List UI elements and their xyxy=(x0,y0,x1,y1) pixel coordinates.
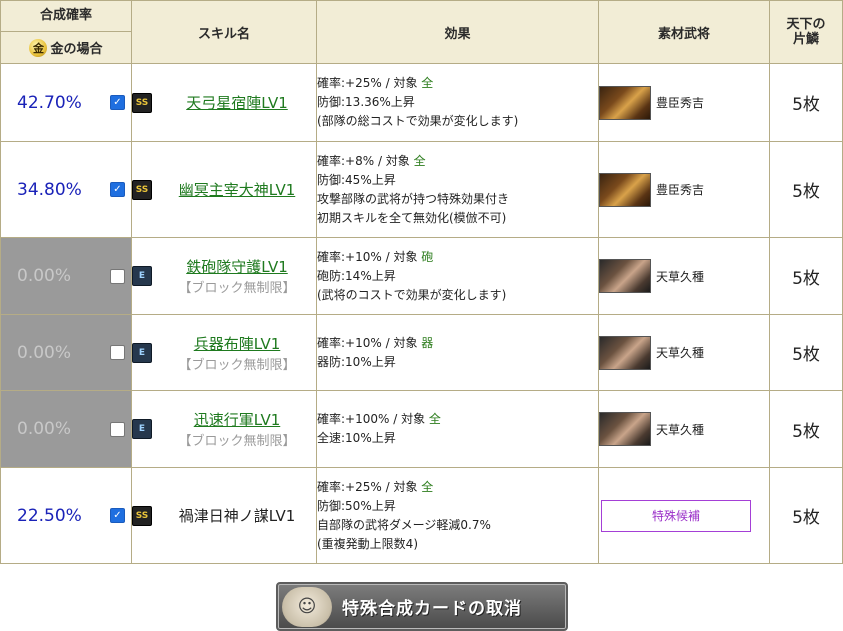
header-effect: 効果 xyxy=(316,0,599,64)
rate-value: 0.00% xyxy=(17,266,72,286)
effect-cell: 確率:+10% / 対象 器 器防:10%上昇 xyxy=(316,314,599,391)
header-skill-name: スキル名 xyxy=(131,0,317,64)
material-cell: 豊臣秀吉 xyxy=(598,63,770,142)
select-checkbox[interactable] xyxy=(110,345,125,360)
rate-cell: 42.70% ✓ xyxy=(0,63,132,142)
general-name: 天草久種 xyxy=(656,269,705,284)
material-cell: 天草久種 xyxy=(598,314,770,391)
skill-name: 禍津日神ノ謀LV1 xyxy=(178,507,296,525)
rate-cell: 0.00% xyxy=(0,314,132,391)
target-value: 器 xyxy=(421,335,434,350)
tenka-count: 5枚 xyxy=(769,63,843,142)
block-unlimited-note: 【ブロック無制限】 xyxy=(178,357,296,373)
table-row: 34.80% ✓ SS 幽冥主宰大神LV1 確率:+8% / 対象 全 防御:4… xyxy=(0,141,843,238)
tenka-count: 5枚 xyxy=(769,390,843,468)
effect-cell: 確率:+25% / 対象 全 防御:50%上昇 自部隊の武将ダメージ軽減0.7%… xyxy=(316,467,599,564)
rate-value: 22.50% xyxy=(17,505,82,526)
tenka-count: 5枚 xyxy=(769,141,843,238)
effect-cell: 確率:+10% / 対象 砲 砲防:14%上昇 (武将のコストで効果が変化します… xyxy=(316,237,599,315)
target-value: 全 xyxy=(421,76,434,90)
cancel-button-label: 特殊合成カードの取消 xyxy=(342,599,522,619)
girl-portrait-icon: ☺ xyxy=(282,586,332,627)
table-row: 22.50% ✓ SS 禍津日神ノ謀LV1 確率:+25% / 対象 全 防御:… xyxy=(0,467,843,564)
rate-value: 34.80% xyxy=(17,179,82,200)
rate-cell: 22.50% ✓ xyxy=(0,467,132,564)
material-cell: 豊臣秀吉 xyxy=(598,141,770,238)
skill-link[interactable]: 幽冥主宰大神LV1 xyxy=(179,181,296,199)
general-name: 天草久種 xyxy=(656,346,705,360)
header-gold-case-label: 金の場合 xyxy=(50,42,103,57)
select-checkbox[interactable]: ✓ xyxy=(110,182,125,197)
target-value: 全 xyxy=(421,479,434,494)
skill-cell: SS 禍津日神ノ謀LV1 xyxy=(131,467,317,564)
general-name: 天草久種 xyxy=(656,422,705,437)
select-checkbox[interactable]: ✓ xyxy=(110,508,125,523)
material-cell: 特殊候補 xyxy=(598,467,770,564)
block-unlimited-note: 【ブロック無制限】 xyxy=(178,281,296,296)
table-row: 0.00% E 迅速行軍LV1 【ブロック無制限】 確率:+100% / 対象 … xyxy=(0,390,843,468)
table-row: 0.00% E 兵器布陣LV1 【ブロック無制限】 確率:+10% / 対象 器… xyxy=(0,314,843,391)
select-checkbox[interactable] xyxy=(110,268,125,284)
header-material: 素材武将 xyxy=(598,0,770,64)
select-checkbox[interactable]: ✓ xyxy=(110,95,125,110)
tenka-count: 5枚 xyxy=(769,467,843,564)
cancel-special-fusion-button[interactable]: ☺ 特殊合成カードの取消 xyxy=(276,582,568,631)
target-value: 全 xyxy=(428,412,441,426)
tenka-count: 5枚 xyxy=(769,314,843,391)
rate-value: 0.00% xyxy=(17,342,72,363)
material-cell: 天草久種 xyxy=(598,237,770,315)
table-row: 42.70% ✓ SS 天弓星宿陣LV1 確率:+25% / 対象 全 防御:1… xyxy=(0,63,843,142)
table-row: 0.00% E 鉄砲隊守護LV1 【ブロック無制限】 確率:+10% / 対象 … xyxy=(0,237,843,315)
general-portrait[interactable] xyxy=(599,259,651,293)
general-portrait[interactable] xyxy=(599,172,651,207)
rate-cell: 0.00% xyxy=(0,237,132,315)
special-candidate-button[interactable]: 特殊候補 xyxy=(601,499,751,532)
block-unlimited-note: 【ブロック無制限】 xyxy=(178,434,296,449)
rate-cell: 34.80% ✓ xyxy=(0,141,132,238)
general-name: 豊臣秀吉 xyxy=(656,183,705,197)
skill-cell: E 迅速行軍LV1 【ブロック無制限】 xyxy=(131,390,317,468)
skill-table: 合成確率 金 金の場合 スキル名 効果 素材武将 天下の 片鱗 42.70% ✓… xyxy=(0,0,843,564)
skill-cell: E 鉄砲隊守護LV1 【ブロック無制限】 xyxy=(131,237,317,315)
skill-cell: SS 天弓星宿陣LV1 xyxy=(131,63,317,142)
gold-coin-icon: 金 xyxy=(29,38,48,57)
target-value: 全 xyxy=(413,153,426,168)
skill-cell: SS 幽冥主宰大神LV1 xyxy=(131,141,317,238)
header-tenka: 天下の 片鱗 xyxy=(769,0,843,64)
skill-link[interactable]: 天弓星宿陣LV1 xyxy=(186,94,288,112)
tenka-count: 5枚 xyxy=(769,237,843,315)
skill-link[interactable]: 鉄砲隊守護LV1 xyxy=(186,258,288,276)
table-header-row: 合成確率 金 金の場合 スキル名 効果 素材武将 天下の 片鱗 xyxy=(0,0,843,64)
target-value: 砲 xyxy=(421,249,434,264)
e-rank-icon: E xyxy=(132,419,152,439)
ss-rank-icon: SS xyxy=(132,505,152,526)
rate-value: 0.00% xyxy=(17,419,72,439)
general-portrait[interactable] xyxy=(599,85,651,120)
e-rank-icon: E xyxy=(132,342,152,363)
general-name: 豊臣秀吉 xyxy=(656,96,705,110)
rate-cell: 0.00% xyxy=(0,390,132,468)
material-cell: 天草久種 xyxy=(598,390,770,468)
effect-cell: 確率:+25% / 対象 全 防御:13.36%上昇 (部隊の総コストで効果が変… xyxy=(316,63,599,142)
effect-cell: 確率:+100% / 対象 全 全速:10%上昇 xyxy=(316,390,599,468)
skill-link[interactable]: 迅速行軍LV1 xyxy=(194,411,281,429)
skill-cell: E 兵器布陣LV1 【ブロック無制限】 xyxy=(131,314,317,391)
e-rank-icon: E xyxy=(132,266,152,286)
general-portrait[interactable] xyxy=(599,335,651,370)
effect-cell: 確率:+8% / 対象 全 防御:45%上昇 攻撃部隊の武将が持つ特殊効果付き … xyxy=(316,141,599,238)
header-rate-label: 合成確率 xyxy=(1,1,131,32)
header-rate: 合成確率 金 金の場合 xyxy=(0,0,132,64)
ss-rank-icon: SS xyxy=(132,92,152,113)
select-checkbox[interactable] xyxy=(110,421,125,437)
skill-link[interactable]: 兵器布陣LV1 xyxy=(194,335,281,353)
ss-rank-icon: SS xyxy=(132,179,152,200)
rate-value: 42.70% xyxy=(17,92,82,113)
general-portrait[interactable] xyxy=(599,412,651,446)
